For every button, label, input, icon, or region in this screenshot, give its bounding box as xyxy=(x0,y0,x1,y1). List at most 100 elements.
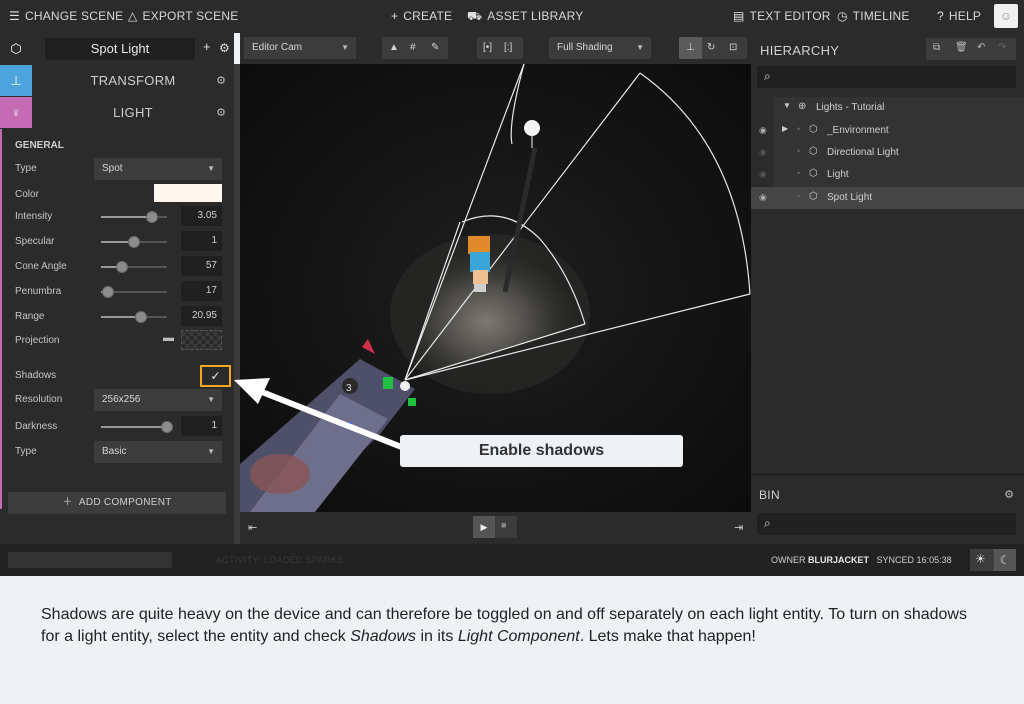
focus-icon[interactable]: [•] xyxy=(483,37,492,59)
checkmark-icon: ✓ xyxy=(210,369,221,383)
intensity-input[interactable]: 3.05 xyxy=(181,206,222,226)
type-select[interactable]: Spot ▼ xyxy=(94,158,222,180)
trash-icon[interactable]: 🗑 xyxy=(955,42,968,53)
intensity-slider[interactable] xyxy=(101,211,167,223)
duplicate-icon[interactable]: ⧉ xyxy=(933,42,940,53)
slider-handle[interactable] xyxy=(146,211,159,223)
hierarchy-search[interactable]: ⌕ xyxy=(757,66,1016,88)
penumbra-input[interactable]: 17 xyxy=(181,281,222,301)
help-icon: ? xyxy=(937,9,944,23)
dropdown-arrow-icon: ▼ xyxy=(207,447,215,456)
projection-texture-slot[interactable] xyxy=(181,330,222,350)
penumbra-slider[interactable] xyxy=(101,286,167,298)
dropdown-arrow-icon: ▼ xyxy=(207,164,215,173)
timeline-button[interactable]: ◷ TIMELINE xyxy=(837,9,910,23)
collapse-left-icon[interactable]: ⇤ xyxy=(248,521,257,534)
hamburger-icon: ☰ xyxy=(9,9,20,23)
penumbra-row: Penumbra 17 xyxy=(15,281,225,303)
resolution-select[interactable]: 256x256 ▼ xyxy=(94,389,222,411)
resolution-label: Resolution xyxy=(15,394,63,405)
svg-text:3: 3 xyxy=(346,383,352,394)
light-properties: GENERAL Type Spot▼ Color ✕ Intensity 3.0… xyxy=(0,33,234,544)
eye-icon[interactable]: ◉ xyxy=(759,169,767,180)
range-slider[interactable] xyxy=(101,311,167,323)
darkness-slider[interactable] xyxy=(101,421,173,433)
light-entity-icon: ⬡ xyxy=(809,191,818,202)
gizmo-toggles: ▲ # ✎ xyxy=(382,37,448,59)
darkness-input[interactable]: 1 xyxy=(181,416,222,436)
create-button[interactable]: + CREATE xyxy=(391,9,452,23)
shadows-checkbox[interactable]: ✓ xyxy=(200,365,231,387)
range-input[interactable]: 20.95 xyxy=(181,306,222,326)
hierarchy-item-environment[interactable]: ◉ ▶ • ⬡ _Environment xyxy=(751,120,1024,142)
eye-icon[interactable]: ◉ xyxy=(759,192,767,203)
slider-handle[interactable] xyxy=(128,236,140,248)
slider-handle[interactable] xyxy=(101,286,114,298)
shading-select[interactable]: Full Shading ▼ xyxy=(549,37,651,59)
scale-icon[interactable]: ⊡ xyxy=(729,37,737,59)
translate-icon[interactable]: ⊥ xyxy=(679,37,702,59)
terrain-icon[interactable]: ▲ xyxy=(389,37,399,59)
theme-toggle[interactable]: ☀ ☾ xyxy=(970,549,1016,571)
change-scene-button[interactable]: ☰ CHANGE SCENE xyxy=(9,9,123,23)
collapse-arrow-icon[interactable]: ▶ xyxy=(782,124,788,133)
hierarchy-item-root[interactable]: ▼ ⊕ Lights - Tutorial xyxy=(751,97,1024,119)
bin-gear-icon[interactable]: ⚙ xyxy=(1004,488,1014,501)
viewport-bottom-bar: ⇤ ▶ ■ ⇥ xyxy=(240,512,751,544)
asset-library-button[interactable]: ⛟ ASSET LIBRARY xyxy=(467,9,584,25)
slider-handle[interactable] xyxy=(116,261,129,273)
avatar[interactable]: ☺ xyxy=(994,4,1018,28)
projection-row: Projection ▬ xyxy=(15,330,225,352)
hierarchy-item-directional-light[interactable]: ◉ • ⬡ Directional Light xyxy=(751,142,1024,164)
play-icon[interactable]: ▶ xyxy=(473,516,495,538)
cone-angle-input[interactable]: 57 xyxy=(181,256,222,276)
text-editor-button[interactable]: ▤ TEXT EDITOR xyxy=(733,9,831,23)
shadow-type-select[interactable]: Basic ▼ xyxy=(94,441,222,463)
status-bar: ACTIVITY: LOADED SPARKS OWNER BLURJACKET… xyxy=(0,544,1024,576)
moon-icon[interactable]: ☾ xyxy=(994,549,1016,571)
sun-icon[interactable]: ☀ xyxy=(975,552,986,566)
color-swatch[interactable] xyxy=(154,184,222,202)
point-light-bulb xyxy=(524,120,540,136)
cone-angle-slider[interactable] xyxy=(101,261,167,273)
search-icon: ⌕ xyxy=(764,69,771,83)
hierarchy-panel: HIERARCHY ⧉ 🗑 ↶ ↷ ⌕ ▼ ⊕ Lights - Tutoria… xyxy=(751,33,1024,544)
undo-icon[interactable]: ↶ xyxy=(977,42,985,53)
projection-label: Projection xyxy=(15,335,60,346)
panel-resize-handle[interactable] xyxy=(751,473,1024,476)
top-bar: ☰ CHANGE SCENE △ EXPORT SCENE + CREATE ⛟ ASS… xyxy=(0,0,1024,33)
playback-controls: ▶ ■ xyxy=(473,516,517,538)
help-button[interactable]: ? HELP xyxy=(937,9,981,23)
eye-icon[interactable]: ◉ xyxy=(759,147,767,158)
hierarchy-title: HIERARCHY xyxy=(760,43,840,58)
slider-handle[interactable] xyxy=(134,311,147,323)
shadows-row: Shadows xyxy=(15,365,225,387)
rotate-icon[interactable]: ↻ xyxy=(707,37,715,59)
darkness-label: Darkness xyxy=(15,421,58,432)
bin-search[interactable]: ⌕ xyxy=(757,513,1016,535)
specular-input[interactable]: 1 xyxy=(181,231,222,251)
expand-arrow-icon[interactable]: ▼ xyxy=(783,101,791,110)
add-component-button[interactable]: ＋ ADD COMPONENT xyxy=(8,492,226,514)
magic-wand-icon[interactable]: ✎ xyxy=(431,37,439,59)
eye-icon[interactable]: ◉ xyxy=(759,125,767,136)
light-entity-icon: ⬡ xyxy=(809,146,818,157)
enable-shadows-callout: Enable shadows xyxy=(400,435,683,467)
redo-icon[interactable]: ↷ xyxy=(998,42,1006,53)
frame-icon[interactable]: [:] xyxy=(504,37,512,59)
cone-angle-label: Cone Angle xyxy=(15,261,67,272)
intensity-label: Intensity xyxy=(15,211,53,222)
export-scene-button[interactable]: △ EXPORT SCENE xyxy=(128,9,238,23)
hierarchy-item-spot-light[interactable]: ◉ • ⬡ Spot Light xyxy=(751,187,1024,209)
grid-icon[interactable]: # xyxy=(410,37,416,59)
tutorial-caption: Shadows are quite heavy on the device an… xyxy=(41,606,967,645)
hierarchy-item-light[interactable]: ◉ • ⬡ Light xyxy=(751,164,1024,186)
camera-select[interactable]: Editor Cam ▼ xyxy=(244,37,356,59)
stop-icon[interactable]: ■ xyxy=(501,520,506,530)
slider-handle[interactable] xyxy=(161,421,173,433)
cone-angle-row: Cone Angle 57 xyxy=(15,256,225,278)
specular-slider[interactable] xyxy=(101,236,167,248)
collapse-right-icon[interactable]: ⇥ xyxy=(734,521,743,534)
specular-row: Specular 1 xyxy=(15,231,225,253)
folder-icon[interactable]: ▬ xyxy=(163,332,174,344)
